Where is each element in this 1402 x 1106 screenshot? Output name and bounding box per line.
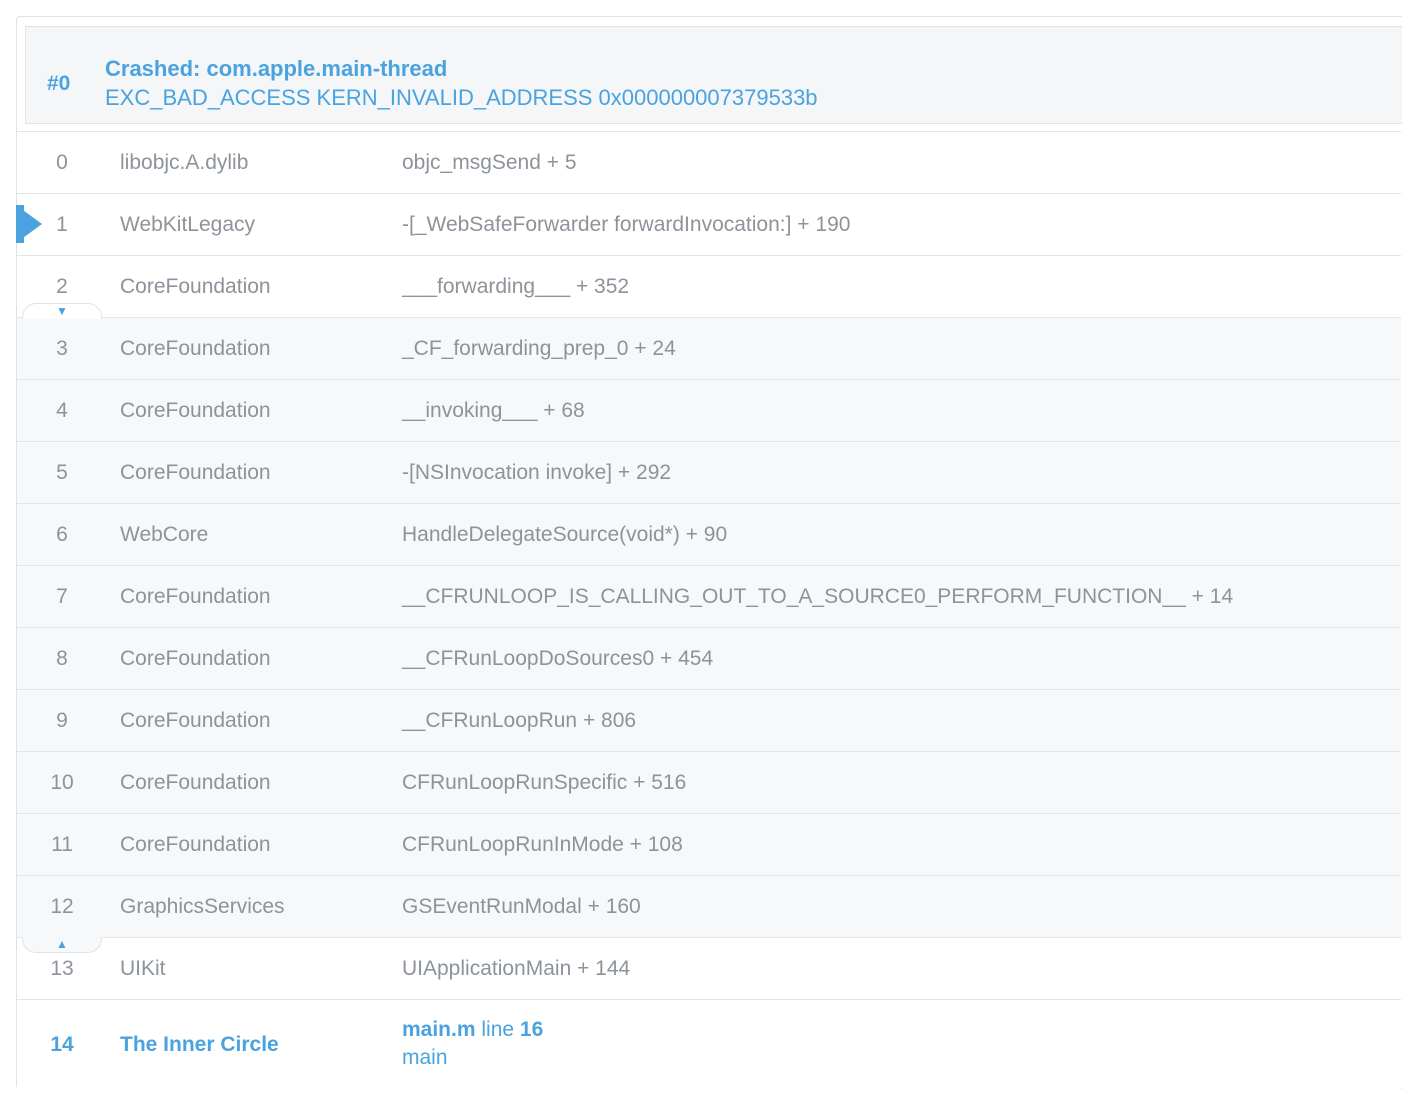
crash-reason: EXC_BAD_ACCESS KERN_INVALID_ADDRESS 0x00…	[105, 85, 818, 110]
frame-library: CoreFoundation	[120, 585, 271, 608]
frame-number: 10	[50, 771, 74, 794]
frame-number: 9	[56, 709, 68, 732]
frame-library: CoreFoundation	[120, 337, 271, 360]
frame-library: libobjc.A.dylib	[120, 151, 249, 174]
source-file: main.m	[402, 1018, 476, 1041]
frame-number: 3	[56, 337, 68, 360]
frame-number: 4	[56, 399, 68, 422]
frame-symbol: HandleDelegateSource(void*) + 90	[402, 523, 728, 546]
frame-symbol: GSEventRunModal + 160	[402, 895, 641, 918]
frame-row[interactable]: 8 CoreFoundation __CFRunLoopDoSources0 + 4…	[17, 627, 1401, 689]
collapse-frames-bottom-toggle[interactable]: ▲	[22, 937, 102, 953]
thread-title: Crashed: com.apple.main-thread	[105, 56, 448, 81]
frame-symbol: ___forwarding___ + 352	[402, 275, 630, 298]
frame-row[interactable]: 5 CoreFoundation -[NSInvocation invoke] + …	[17, 441, 1401, 503]
frame-number: 8	[56, 647, 68, 670]
frame-number: 2	[56, 275, 68, 298]
frame-number: 0	[56, 151, 68, 174]
frame-row[interactable]: 2 CoreFoundation ___forwarding___ + 352	[17, 255, 1401, 317]
frame-library: UIKit	[120, 957, 166, 980]
frame-number: 13	[50, 957, 74, 980]
app-frame-row[interactable]: 14 The Inner Circle main.m line 16 main	[17, 999, 1401, 1090]
frame-row[interactable]: 13 UIKit UIApplicationMain + 144	[17, 937, 1401, 999]
app-name: The Inner Circle	[120, 1033, 279, 1056]
frame-symbol: __CFRUNLOOP_IS_CALLING_OUT_TO_A_SOURCE0_…	[402, 585, 1234, 608]
frame-row[interactable]: 7 CoreFoundation __CFRUNLOOP_IS_CALLING_OU…	[17, 565, 1401, 627]
frame-symbol: CFRunLoopRunSpecific + 516	[402, 771, 687, 794]
frame-symbol: __CFRunLoopRun + 806	[402, 709, 637, 732]
stack-trace-panel: #0 Crashed: com.apple.main-thread EXC_BA…	[16, 16, 1402, 1090]
frame-library: CoreFoundation	[120, 771, 271, 794]
frame-row[interactable]: 3 CoreFoundation _CF_forwarding_prep_0 + 2…	[17, 317, 1401, 379]
frame-number: 5	[56, 461, 68, 484]
frame-library: CoreFoundation	[120, 275, 271, 298]
frame-library: CoreFoundation	[120, 833, 271, 856]
frame-library: CoreFoundation	[120, 461, 271, 484]
frame-library: CoreFoundation	[120, 709, 271, 732]
frame-row[interactable]: 9 CoreFoundation __CFRunLoopRun + 806	[17, 689, 1401, 751]
frame-symbol: objc_msgSend + 5	[402, 151, 577, 174]
frame-library: GraphicsServices	[120, 895, 285, 918]
frame-number: 12	[50, 895, 74, 918]
collapse-frames-top-toggle[interactable]: ▼	[22, 303, 102, 319]
frame-number: 7	[56, 585, 68, 608]
frame-symbol: __invoking___ + 68	[402, 399, 585, 422]
frame-symbol: CFRunLoopRunInMode + 108	[402, 833, 683, 856]
line-word: line	[481, 1018, 515, 1041]
frame-number: 6	[56, 523, 68, 546]
frame-symbol: UIApplicationMain + 144	[402, 957, 631, 980]
frame-library: WebKitLegacy	[120, 213, 256, 236]
crash-frame-marker-icon	[16, 205, 42, 243]
frame-symbol: __CFRunLoopDoSources0 + 454	[402, 647, 714, 670]
frame-row[interactable]: 6 WebCore HandleDelegateSource(void*) + 90	[17, 503, 1401, 565]
frame-row[interactable]: 10 CoreFoundation CFRunLoopRunSpecific + 5…	[17, 751, 1401, 813]
frame-row[interactable]: 12 GraphicsServices GSEventRunModal + 160	[17, 875, 1401, 937]
frame-symbol: _CF_forwarding_prep_0 + 24	[402, 337, 676, 360]
frame-symbol: -[NSInvocation invoke] + 292	[402, 461, 672, 484]
frame-row[interactable]: 11 CoreFoundation CFRunLoopRunInMode + 108	[17, 813, 1401, 875]
frame-symbol: -[_WebSafeForwarder forwardInvocation:] …	[402, 213, 851, 236]
line-number: 16	[519, 1018, 544, 1041]
source-location[interactable]: main.m line 16	[402, 1018, 543, 1042]
frame-library: CoreFoundation	[120, 647, 271, 670]
frame-number: 14	[50, 1033, 74, 1056]
frame-row[interactable]: 1 WebKitLegacy -[_WebSafeForwarder forward…	[17, 193, 1401, 255]
frame-row[interactable]: 4 CoreFoundation __invoking___ + 68	[17, 379, 1401, 441]
function-name: main	[402, 1046, 448, 1069]
thread-header[interactable]: #0 Crashed: com.apple.main-thread EXC_BA…	[25, 26, 1402, 124]
frame-library: CoreFoundation	[120, 399, 271, 422]
frame-number: 11	[51, 833, 73, 856]
frame-library: WebCore	[120, 523, 209, 546]
frame-row[interactable]: 0 libobjc.A.dylib objc_msgSend + 5	[17, 131, 1401, 193]
thread-number: #0	[47, 72, 71, 95]
